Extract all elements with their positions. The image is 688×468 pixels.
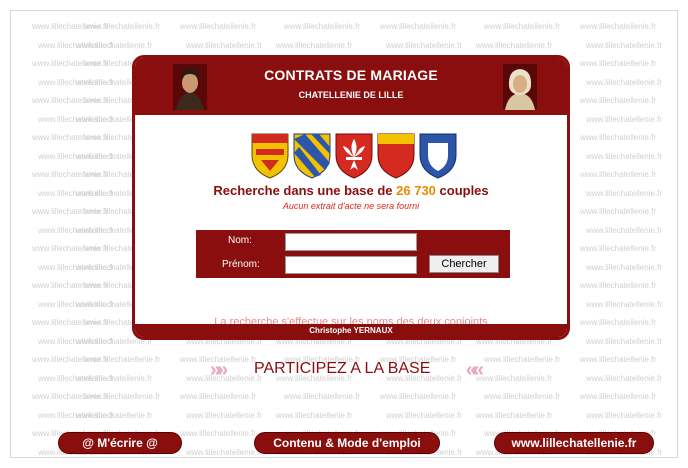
- search-heading-suffix: couples: [435, 183, 489, 198]
- chevron-left-icon: ««: [465, 359, 484, 381]
- coat-of-arms-row: [251, 133, 461, 181]
- website-button[interactable]: www.lillechatellenie.fr: [494, 432, 654, 454]
- search-button[interactable]: Chercher: [429, 255, 499, 273]
- search-panel: CONTRATS DE MARIAGE CHATELLENIE DE LILLE: [132, 55, 570, 340]
- coat-of-arms-red-gold-icon: [377, 133, 415, 179]
- author-credit: Christophe YERNAUX: [135, 324, 567, 337]
- email-button[interactable]: @ M'écrire @: [58, 432, 182, 454]
- portrait-woman-icon: [503, 64, 537, 110]
- prenom-input[interactable]: [285, 256, 417, 274]
- coat-of-arms-lily-icon: [335, 133, 373, 179]
- couple-count: 26 730: [396, 183, 436, 198]
- contents-button[interactable]: Contenu & Mode d'emploi: [254, 432, 440, 454]
- chevron-right-icon: »»: [210, 359, 228, 381]
- search-heading-prefix: Recherche dans une base de: [213, 183, 397, 198]
- prenom-label: Prénom:: [222, 259, 260, 270]
- coat-of-arms-gold-icon: [251, 133, 289, 179]
- participate-link[interactable]: »» PARTICIPEZ A LA BASE ««: [210, 358, 484, 382]
- search-form: Nom: Prénom: Chercher: [196, 230, 510, 278]
- notice-text: Aucun extrait d'acte ne sera fourni: [282, 201, 420, 211]
- nom-input[interactable]: [285, 233, 417, 251]
- search-heading: Recherche dans une base de 26 730 couple…: [135, 183, 567, 198]
- coat-of-arms-blue-bend-icon: [293, 133, 331, 179]
- participate-label: PARTICIPEZ A LA BASE: [254, 360, 431, 377]
- panel-header: CONTRATS DE MARIAGE CHATELLENIE DE LILLE: [135, 58, 567, 115]
- nom-label: Nom:: [228, 235, 252, 246]
- coat-of-arms-blue-white-icon: [419, 133, 457, 179]
